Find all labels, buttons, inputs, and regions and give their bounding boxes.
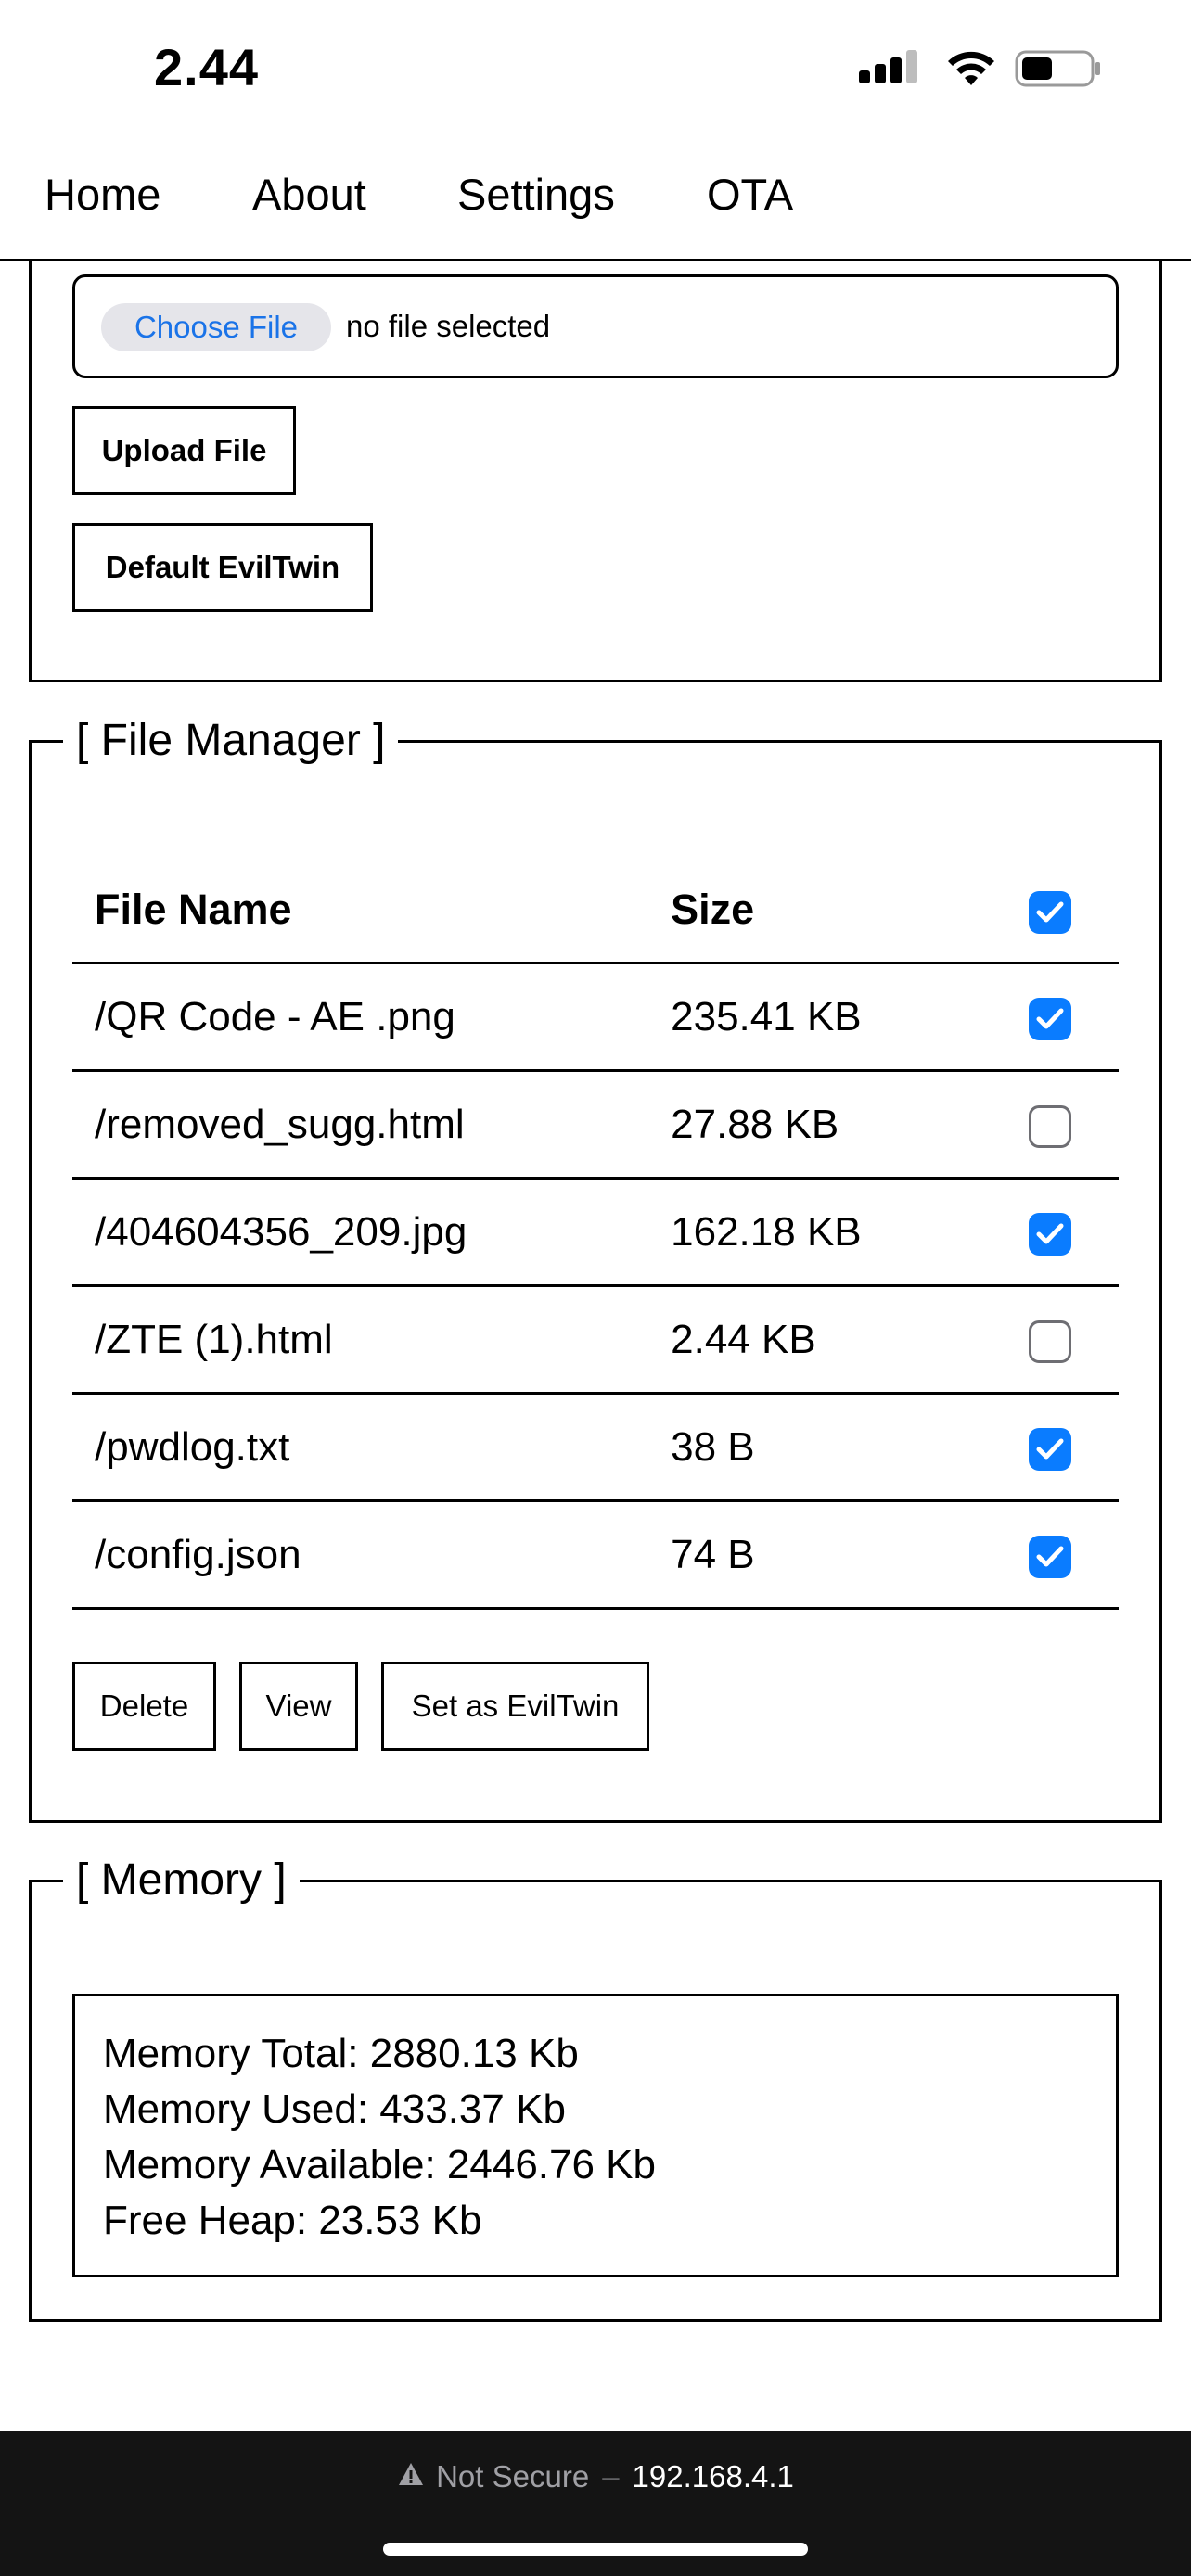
table-row: /ZTE (1).html 2.44 KB	[72, 1285, 1119, 1395]
memory-legend: [ Memory ]	[63, 1851, 300, 1910]
url-row[interactable]: Not Secure – 192.168.4.1	[0, 2459, 1191, 2494]
browser-address-bar: Not Secure – 192.168.4.1	[0, 2431, 1191, 2576]
wifi-icon	[944, 48, 998, 94]
file-name-cell: /404604356_209.jpg	[72, 1178, 672, 1287]
memory-used: Memory Used: 433.37 Kb	[103, 2086, 566, 2132]
file-name-cell: /removed_sugg.html	[72, 1070, 672, 1180]
file-name-cell: /QR Code - AE .png	[72, 963, 672, 1072]
table-header-row: File Name Size	[72, 857, 1119, 964]
home-indicator[interactable]	[383, 2543, 808, 2556]
file-checkbox[interactable]	[1028, 1535, 1071, 1578]
file-checkbox[interactable]	[1028, 1104, 1071, 1148]
nav-ota-link[interactable]: OTA	[707, 169, 793, 220]
file-check-cell	[994, 1070, 1119, 1180]
nav-settings-link[interactable]: Settings	[457, 169, 615, 220]
file-manager-legend: [ File Manager ]	[63, 711, 399, 771]
table-row: /404604356_209.jpg 162.18 KB	[72, 1178, 1119, 1287]
file-name-cell: /config.json	[72, 1500, 672, 1610]
header-select-all-cell	[994, 857, 1119, 964]
file-checkbox[interactable]	[1028, 1427, 1071, 1471]
upload-file-button[interactable]: Upload File	[72, 406, 296, 495]
memory-available: Memory Available: 2446.76 Kb	[103, 2142, 656, 2187]
table-row: /removed_sugg.html 27.88 KB	[72, 1070, 1119, 1180]
nav-about-link[interactable]: About	[252, 169, 366, 220]
default-eviltwin-button[interactable]: Default EvilTwin	[72, 523, 373, 612]
view-button[interactable]: View	[239, 1662, 358, 1751]
file-check-cell	[994, 1393, 1119, 1502]
file-size-cell: 235.41 KB	[671, 963, 995, 1072]
file-check-cell	[994, 1178, 1119, 1287]
header-size: Size	[671, 857, 995, 964]
file-check-cell	[994, 963, 1119, 1072]
free-heap: Free Heap: 23.53 Kb	[103, 2198, 482, 2243]
file-size-cell: 38 B	[671, 1393, 995, 1502]
page-content: Choose File no file selected Upload File…	[0, 261, 1191, 2431]
file-size-cell: 27.88 KB	[671, 1070, 995, 1180]
header-file-name: File Name	[72, 857, 672, 964]
file-size-cell: 74 B	[671, 1500, 995, 1610]
url-text: 192.168.4.1	[632, 2459, 794, 2493]
file-size-cell: 162.18 KB	[671, 1178, 995, 1287]
table-row: /config.json 74 B	[72, 1500, 1119, 1610]
select-all-checkbox[interactable]	[1028, 890, 1071, 934]
status-time: 2.44	[154, 38, 259, 96]
file-size-cell: 2.44 KB	[671, 1285, 995, 1395]
nav-home-link[interactable]: Home	[45, 169, 160, 220]
choose-file-button[interactable]: Choose File	[101, 303, 331, 351]
file-status-text: no file selected	[346, 309, 551, 343]
file-check-cell	[994, 1285, 1119, 1395]
file-table: File Name Size /QR Code - AE .png 235.41…	[72, 857, 1119, 1610]
status-icons	[859, 45, 1102, 96]
warning-icon	[397, 2459, 425, 2494]
memory-total: Memory Total: 2880.13 Kb	[103, 2031, 579, 2076]
not-secure-label: Not Secure	[436, 2459, 590, 2493]
file-checkbox[interactable]	[1028, 1320, 1071, 1363]
nav-bar: Home About Settings OTA	[0, 139, 1191, 261]
table-row: /pwdlog.txt 38 B	[72, 1393, 1119, 1502]
set-eviltwin-button[interactable]: Set as EvilTwin	[381, 1662, 649, 1751]
file-name-cell: /ZTE (1).html	[72, 1285, 672, 1395]
status-bar: 2.44	[0, 0, 1191, 139]
table-row: /QR Code - AE .png 235.41 KB	[72, 963, 1119, 1072]
url-separator: –	[602, 2459, 620, 2493]
file-input[interactable]: Choose File no file selected	[72, 274, 1119, 378]
file-checkbox[interactable]	[1028, 997, 1071, 1040]
file-check-cell	[994, 1500, 1119, 1610]
memory-info-box: Memory Total: 2880.13 Kb Memory Used: 43…	[72, 1994, 1119, 2277]
battery-icon	[1015, 48, 1102, 94]
cellular-signal-icon	[859, 48, 924, 94]
file-checkbox[interactable]	[1028, 1212, 1071, 1256]
delete-button[interactable]: Delete	[72, 1662, 216, 1751]
file-name-cell: /pwdlog.txt	[72, 1393, 672, 1502]
